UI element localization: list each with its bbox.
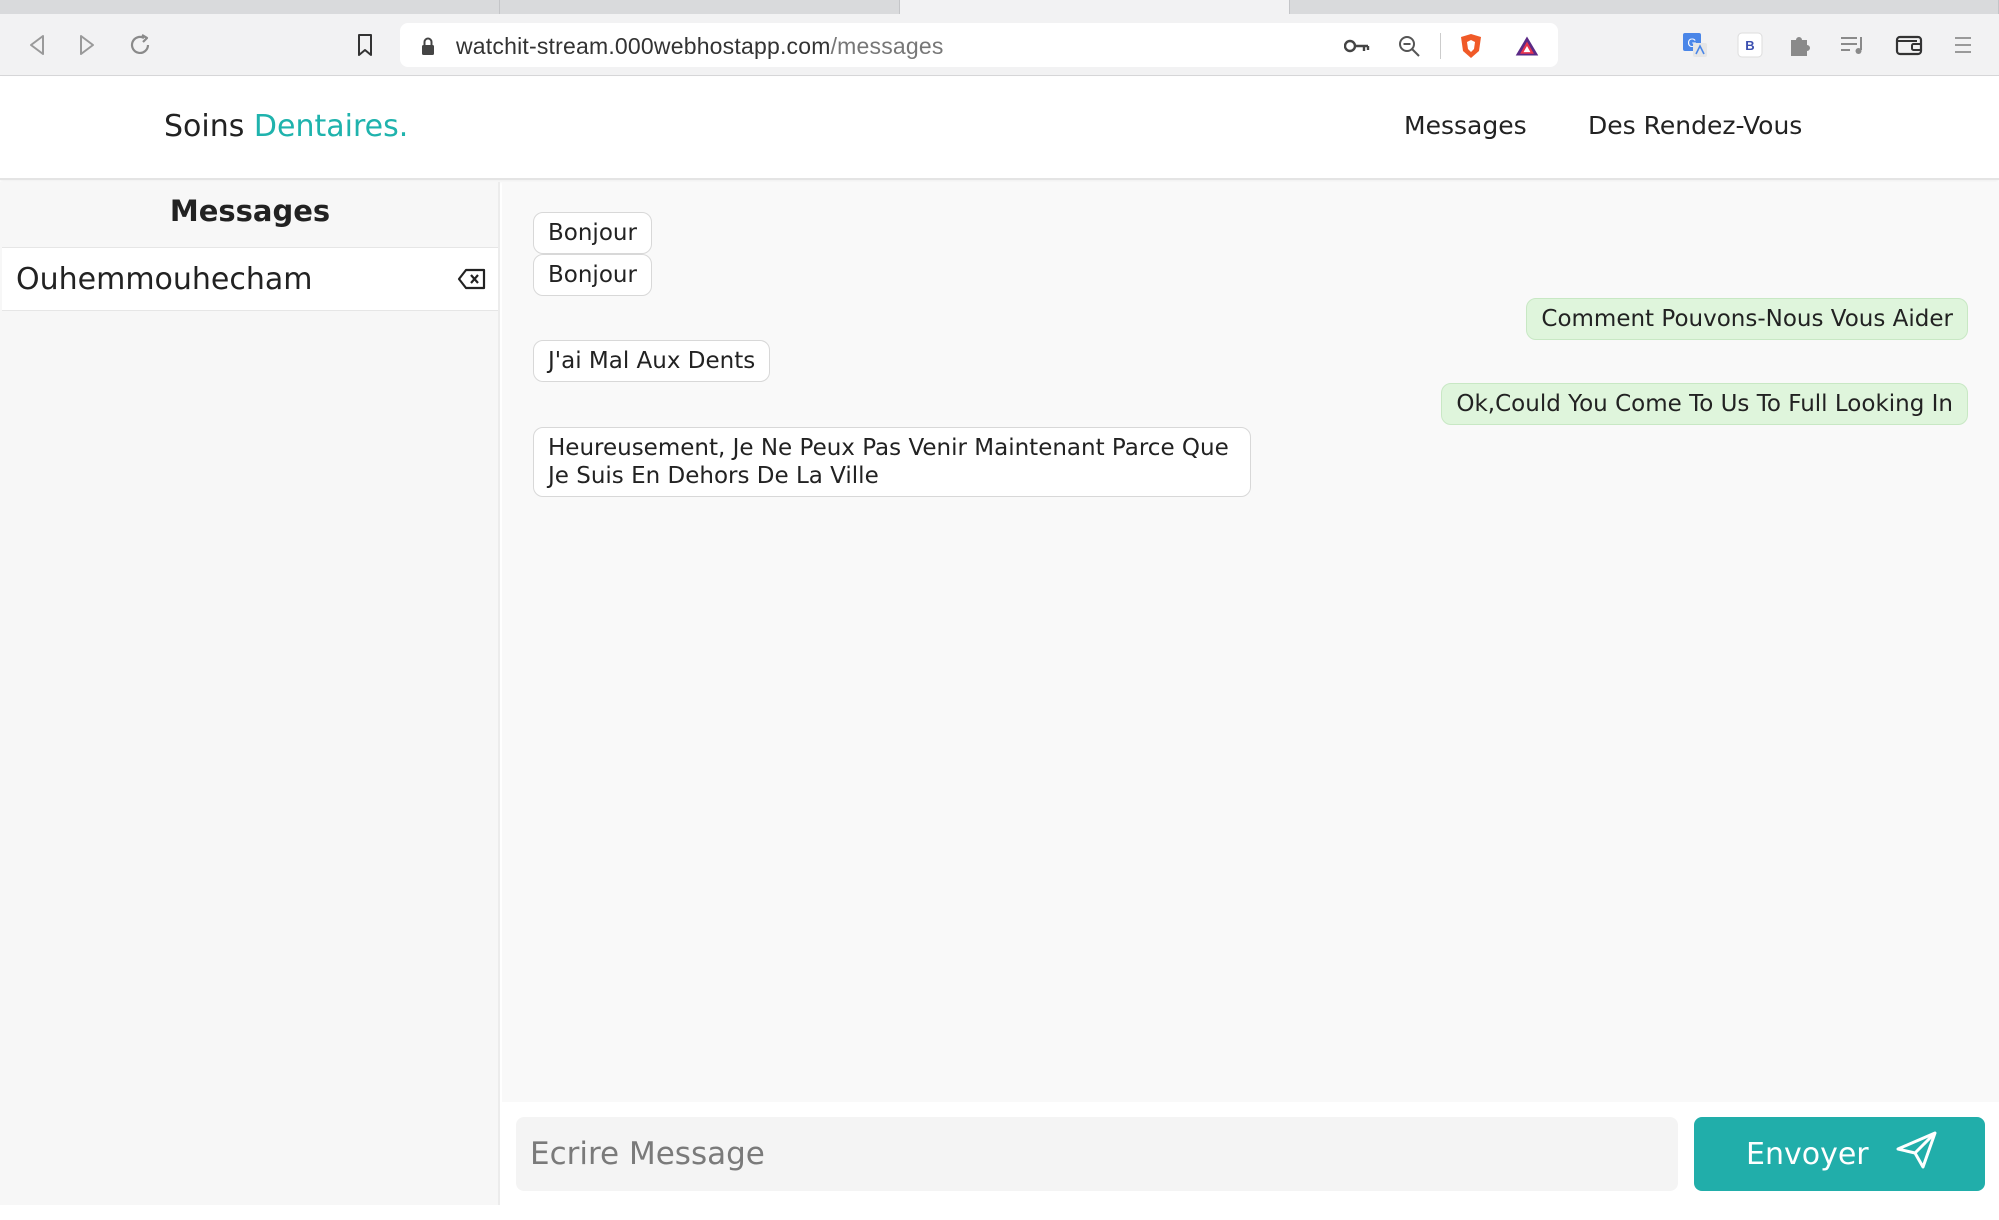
reload-icon[interactable] — [125, 30, 155, 60]
browser-tab[interactable] — [0, 0, 500, 14]
nav-messages[interactable]: Messages — [1404, 111, 1527, 140]
nav-appointments[interactable]: Des Rendez-Vous — [1588, 111, 1802, 140]
chat-thread: Bonjour Bonjour Comment Pouvons-Nous Vou… — [502, 182, 1999, 1102]
brave-shield-icon[interactable] — [1458, 33, 1484, 59]
zoom-out-icon[interactable] — [1396, 33, 1422, 59]
browser-tab-strip — [0, 0, 1999, 14]
wallet-icon[interactable] — [1894, 30, 1924, 60]
sidebar-title: Messages — [169, 194, 331, 228]
address-bar[interactable]: watchit-stream.000webhostapp.com/message… — [400, 23, 1558, 67]
message-input[interactable] — [516, 1117, 1678, 1191]
message-incoming: Bonjour — [533, 254, 652, 296]
page-bottom — [0, 1205, 1999, 1220]
svg-text:B: B — [1745, 38, 1754, 53]
message-composer: Envoyer — [502, 1102, 1999, 1205]
key-icon[interactable] — [1344, 33, 1370, 59]
site-header: Soins Dentaires. Messages Des Rendez-Vou… — [0, 77, 1999, 180]
send-icon — [1895, 1130, 1939, 1178]
delete-conversation-icon[interactable] — [456, 265, 488, 293]
browser-toolbar: watchit-stream.000webhostapp.com/message… — [0, 14, 1999, 76]
extensions-puzzle-icon[interactable] — [1785, 30, 1815, 60]
forward-icon[interactable] — [72, 30, 102, 60]
address-bar-divider — [1440, 33, 1441, 59]
lock-icon — [420, 36, 436, 60]
browser-tab-active[interactable] — [900, 0, 1290, 14]
address-url: watchit-stream.000webhostapp.com/message… — [456, 33, 944, 60]
conversation-name: Ouhemmouhecham — [16, 262, 313, 297]
brave-rewards-icon[interactable] — [1514, 33, 1540, 59]
extension-b-icon[interactable]: B — [1735, 30, 1765, 60]
brand-accent: Dentaires. — [253, 109, 409, 144]
translate-icon[interactable]: G — [1680, 30, 1710, 60]
message-outgoing: Ok,Could You Come To Us To Full Looking … — [1441, 383, 1968, 425]
media-playlist-icon[interactable] — [1838, 30, 1868, 60]
url-host: watchit-stream.000webhostapp.com — [456, 33, 831, 59]
send-button-label: Envoyer — [1746, 1136, 1869, 1172]
message-incoming: Bonjour — [533, 212, 652, 254]
back-icon[interactable] — [22, 30, 52, 60]
brand-main: Soins — [164, 109, 254, 144]
message-incoming: Heureusement, Je Ne Peux Pas Venir Maint… — [533, 427, 1251, 497]
browser-tab[interactable] — [500, 0, 900, 14]
conversation-item[interactable]: Ouhemmouhecham — [2, 247, 498, 311]
site-logo[interactable]: Soins Dentaires. — [164, 109, 408, 144]
conversations-sidebar: Messages Ouhemmouhecham — [0, 182, 500, 1205]
menu-icon[interactable] — [1948, 30, 1978, 60]
bookmark-icon[interactable] — [350, 30, 380, 60]
url-path: /messages — [830, 33, 944, 59]
browser-tab[interactable] — [1290, 0, 1999, 14]
message-outgoing: Comment Pouvons-Nous Vous Aider — [1526, 298, 1968, 340]
message-incoming: J'ai Mal Aux Dents — [533, 340, 771, 382]
send-button[interactable]: Envoyer — [1694, 1117, 1985, 1191]
